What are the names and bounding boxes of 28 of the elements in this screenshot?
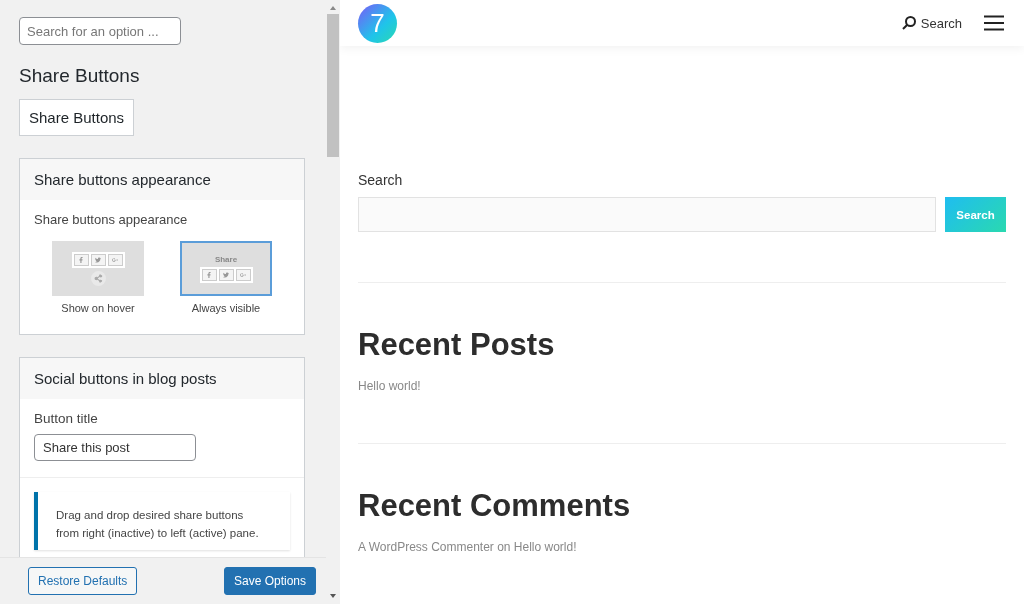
appearance-option[interactable]: Share — [180, 241, 272, 296]
widget-title: Recent Comments — [358, 488, 632, 524]
logo[interactable]: 7 — [358, 3, 397, 43]
preview-title: Share — [214, 254, 238, 264]
search-icon — [900, 15, 917, 31]
save-button[interactable]: Save Options — [223, 567, 316, 595]
card-title: Share buttons appearance — [20, 159, 304, 200]
tab[interactable]: Share Buttons — [19, 99, 135, 136]
widget-item[interactable]: A WordPress Commenter on Hello world! — [358, 540, 1006, 554]
widget-title: Recent Posts — [358, 327, 556, 363]
option-label: Always visible — [191, 302, 261, 314]
card-title: Social buttons in blog posts — [20, 358, 304, 399]
widget-label: Search — [358, 172, 404, 188]
widget-item[interactable]: Hello world! — [358, 379, 1006, 393]
share-icons-drawing — [199, 266, 253, 283]
notice: Drag and drop desired share buttons from right (inactive) to left (active) pane. — [34, 492, 290, 550]
appearance-option[interactable] — [52, 241, 144, 296]
restore-defaults-button[interactable]: Restore Defaults — [28, 567, 138, 595]
menu-icon[interactable] — [984, 15, 1004, 31]
panel-title: Share Buttons — [19, 65, 141, 87]
share-icon — [90, 270, 106, 286]
option-label: Show on hover — [61, 302, 135, 314]
share-icons-drawing — [71, 251, 125, 268]
search-field[interactable]: Search for an option ... — [19, 17, 181, 45]
field-label: Share buttons appearance — [34, 212, 189, 227]
search-link[interactable]: Search — [900, 15, 962, 31]
field-label: Button title — [34, 411, 99, 426]
input-field[interactable]: Share this post — [34, 434, 196, 461]
